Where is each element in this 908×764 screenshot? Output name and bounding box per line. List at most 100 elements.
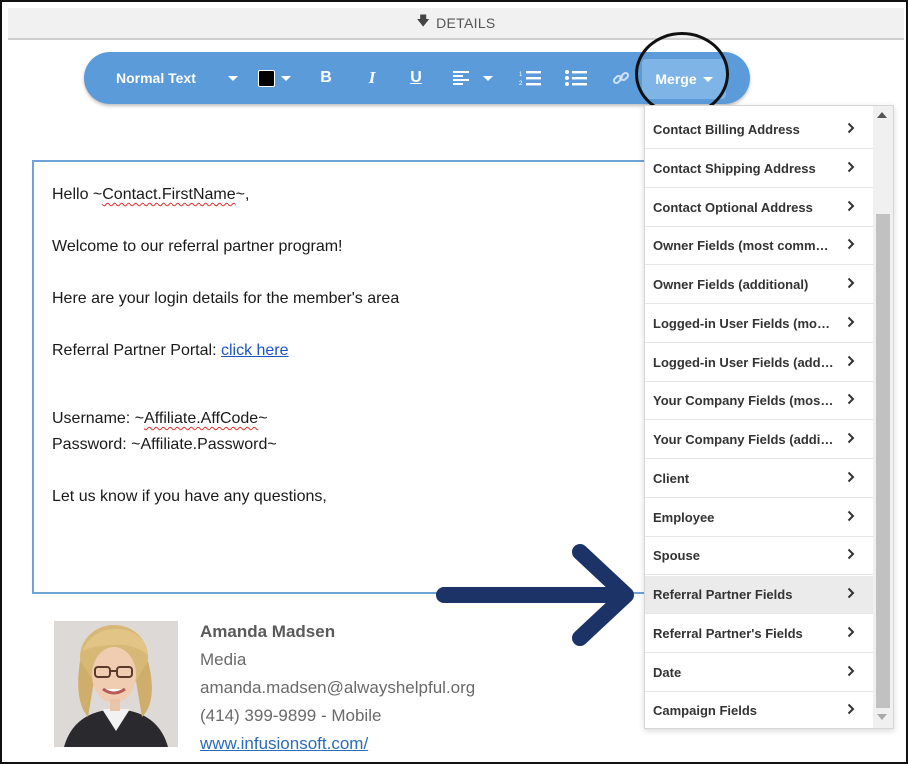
bold-button[interactable]: B (316, 52, 336, 104)
chevron-right-icon (835, 432, 855, 447)
text-style-dropdown[interactable]: Normal Text (108, 52, 248, 104)
closing-line: Let us know if you have any questions, (52, 488, 327, 505)
email-body-editor[interactable]: Hello ~Contact.FirstName~, Welcome to ou… (32, 160, 662, 594)
merge-menu-item-label: Referral Partner Fields (653, 587, 793, 602)
signature-title: Media (200, 650, 247, 669)
text-style-label: Normal Text (116, 70, 196, 86)
portrait-image (54, 621, 178, 747)
merge-menu-item-label: Logged-in User Fields (most common) (653, 315, 835, 331)
greeting-suffix: ~, (235, 186, 250, 203)
merge-menu-item[interactable]: Your Company Fields (additional) (645, 421, 873, 459)
dropdown-scrollbar-thumb[interactable] (876, 214, 890, 708)
merge-menu-item[interactable]: Campaign Fields (645, 692, 873, 731)
signature-photo (54, 621, 178, 747)
screenshot-frame: 🡇 DETAILS Normal Text B I U 1 2 Merge He… (0, 0, 908, 764)
chevron-right-icon (835, 316, 855, 331)
scroll-down-icon[interactable] (877, 714, 887, 720)
greeting-prefix: Hello ~ (52, 186, 103, 203)
chevron-right-icon (835, 548, 855, 563)
merge-menu-item[interactable]: Referral Partner's Fields (645, 615, 873, 653)
merge-menu-item[interactable]: Contact Shipping Address (645, 150, 873, 188)
arrow-down-icon: 🡇 (416, 13, 431, 28)
portal-line: Referral Partner Portal: click here (52, 342, 289, 360)
chevron-right-icon (835, 587, 855, 602)
welcome-line: Welcome to our referral partner program! (52, 238, 343, 255)
svg-text:2: 2 (519, 81, 523, 86)
login-details-line: Here are your login details for the memb… (52, 290, 400, 307)
merge-fields-dropdown: Contact Billing Address Contact Shipping … (644, 105, 894, 731)
merge-menu-item[interactable]: Owner Fields (additional) (645, 266, 873, 304)
italic-button[interactable]: I (362, 52, 382, 104)
signature-name: Amanda Madsen (200, 622, 336, 641)
portal-link[interactable]: click here (221, 342, 289, 359)
merge-menu-item[interactable]: Client (645, 460, 873, 498)
merge-menu-item-label: Spouse (653, 548, 700, 564)
merge-menu-item[interactable]: Referral Partner Fields (645, 576, 873, 614)
color-swatch (257, 69, 275, 87)
insert-link-button[interactable] (610, 52, 632, 104)
merge-menu-item-label: Contact Shipping Address (653, 160, 816, 176)
details-label: DETAILS (436, 15, 496, 31)
username-suffix: ~ (258, 410, 268, 427)
merge-menu-item-label: Date (653, 664, 682, 680)
merge-menu-item-label: Your Company Fields (additional) (653, 432, 835, 447)
merge-menu-item[interactable]: Spouse (645, 537, 873, 576)
numbered-list-icon: 1 2 (519, 71, 541, 86)
align-dropdown[interactable] (450, 52, 496, 104)
portal-prefix: Referral Partner Portal: (52, 342, 221, 359)
merge-menu-item[interactable]: Employee (645, 499, 873, 537)
link-icon (612, 71, 630, 85)
chevron-down-icon (280, 75, 291, 81)
merge-menu-item-label: Logged-in User Fields (additional) (653, 354, 835, 370)
chevron-down-icon (483, 75, 493, 81)
chevron-right-icon (835, 665, 855, 680)
svg-text:1: 1 (519, 72, 523, 78)
annotation-circle (635, 32, 729, 116)
merge-field-affcode: Affiliate.AffCode (144, 410, 259, 427)
merge-menu-item[interactable]: Your Company Fields (most common) (645, 382, 873, 421)
greeting-line: Hello ~Contact.FirstName~, (52, 186, 249, 204)
merge-menu-item[interactable]: Logged-in User Fields (additional) (645, 344, 873, 382)
merge-menu-item[interactable]: Logged-in User Fields (most common) (645, 305, 873, 343)
merge-menu-item-label: Employee (653, 509, 715, 525)
merge-menu-item[interactable]: Date (645, 654, 873, 692)
underline-button[interactable]: U (406, 52, 426, 104)
merge-menu-item-label: Referral Partner's Fields (653, 625, 803, 641)
signature-phone: (414) 399-9899 - Mobile (200, 706, 382, 725)
chevron-right-icon (835, 510, 855, 525)
signature-email: amanda.madsen@alwayshelpful.org (200, 678, 476, 697)
username-line: Username: ~Affiliate.AffCode~ (52, 410, 268, 428)
align-left-icon (453, 71, 469, 85)
chevron-right-icon (835, 703, 855, 718)
bullet-list-icon (565, 70, 587, 86)
chevron-right-icon (835, 122, 855, 137)
merge-menu-item-label: Your Company Fields (most common) (653, 393, 835, 409)
chevron-right-icon (835, 200, 855, 215)
numbered-list-button[interactable]: 1 2 (518, 52, 542, 104)
merge-menu-item[interactable]: Owner Fields (most common) (645, 227, 873, 266)
chevron-right-icon (835, 471, 855, 486)
merge-menu-item-label: Client (653, 470, 690, 486)
username-prefix: Username: ~ (52, 410, 145, 427)
text-color-picker[interactable] (254, 52, 294, 104)
password-line: Password: ~Affiliate.Password~ (52, 436, 277, 453)
chevron-right-icon (835, 355, 855, 370)
merge-field-firstname: Contact.FirstName (102, 186, 236, 203)
merge-menu-item-label: Campaign Fields (653, 703, 758, 719)
merge-menu-item[interactable]: Contact Billing Address (645, 111, 873, 149)
details-toggle[interactable]: 🡇 DETAILS (8, 8, 904, 40)
merge-menu-item-label: Owner Fields (additional) (653, 277, 809, 292)
merge-menu-item-label: Contact Optional Address (653, 199, 813, 215)
merge-menu-item[interactable]: Contact Optional Address (645, 189, 873, 227)
chevron-right-icon (835, 277, 855, 292)
merge-menu-item-label: Contact Billing Address (653, 122, 800, 137)
chevron-right-icon (835, 393, 855, 408)
signature-website-link[interactable]: www.infusionsoft.com/ (200, 734, 368, 754)
bullet-list-button[interactable] (564, 52, 588, 104)
chevron-right-icon (835, 238, 855, 253)
scroll-up-icon[interactable] (877, 112, 887, 118)
chevron-right-icon (835, 626, 855, 641)
chevron-down-icon (227, 75, 238, 81)
merge-menu-item-label: Owner Fields (most common) (653, 238, 835, 254)
chevron-right-icon (835, 161, 855, 176)
